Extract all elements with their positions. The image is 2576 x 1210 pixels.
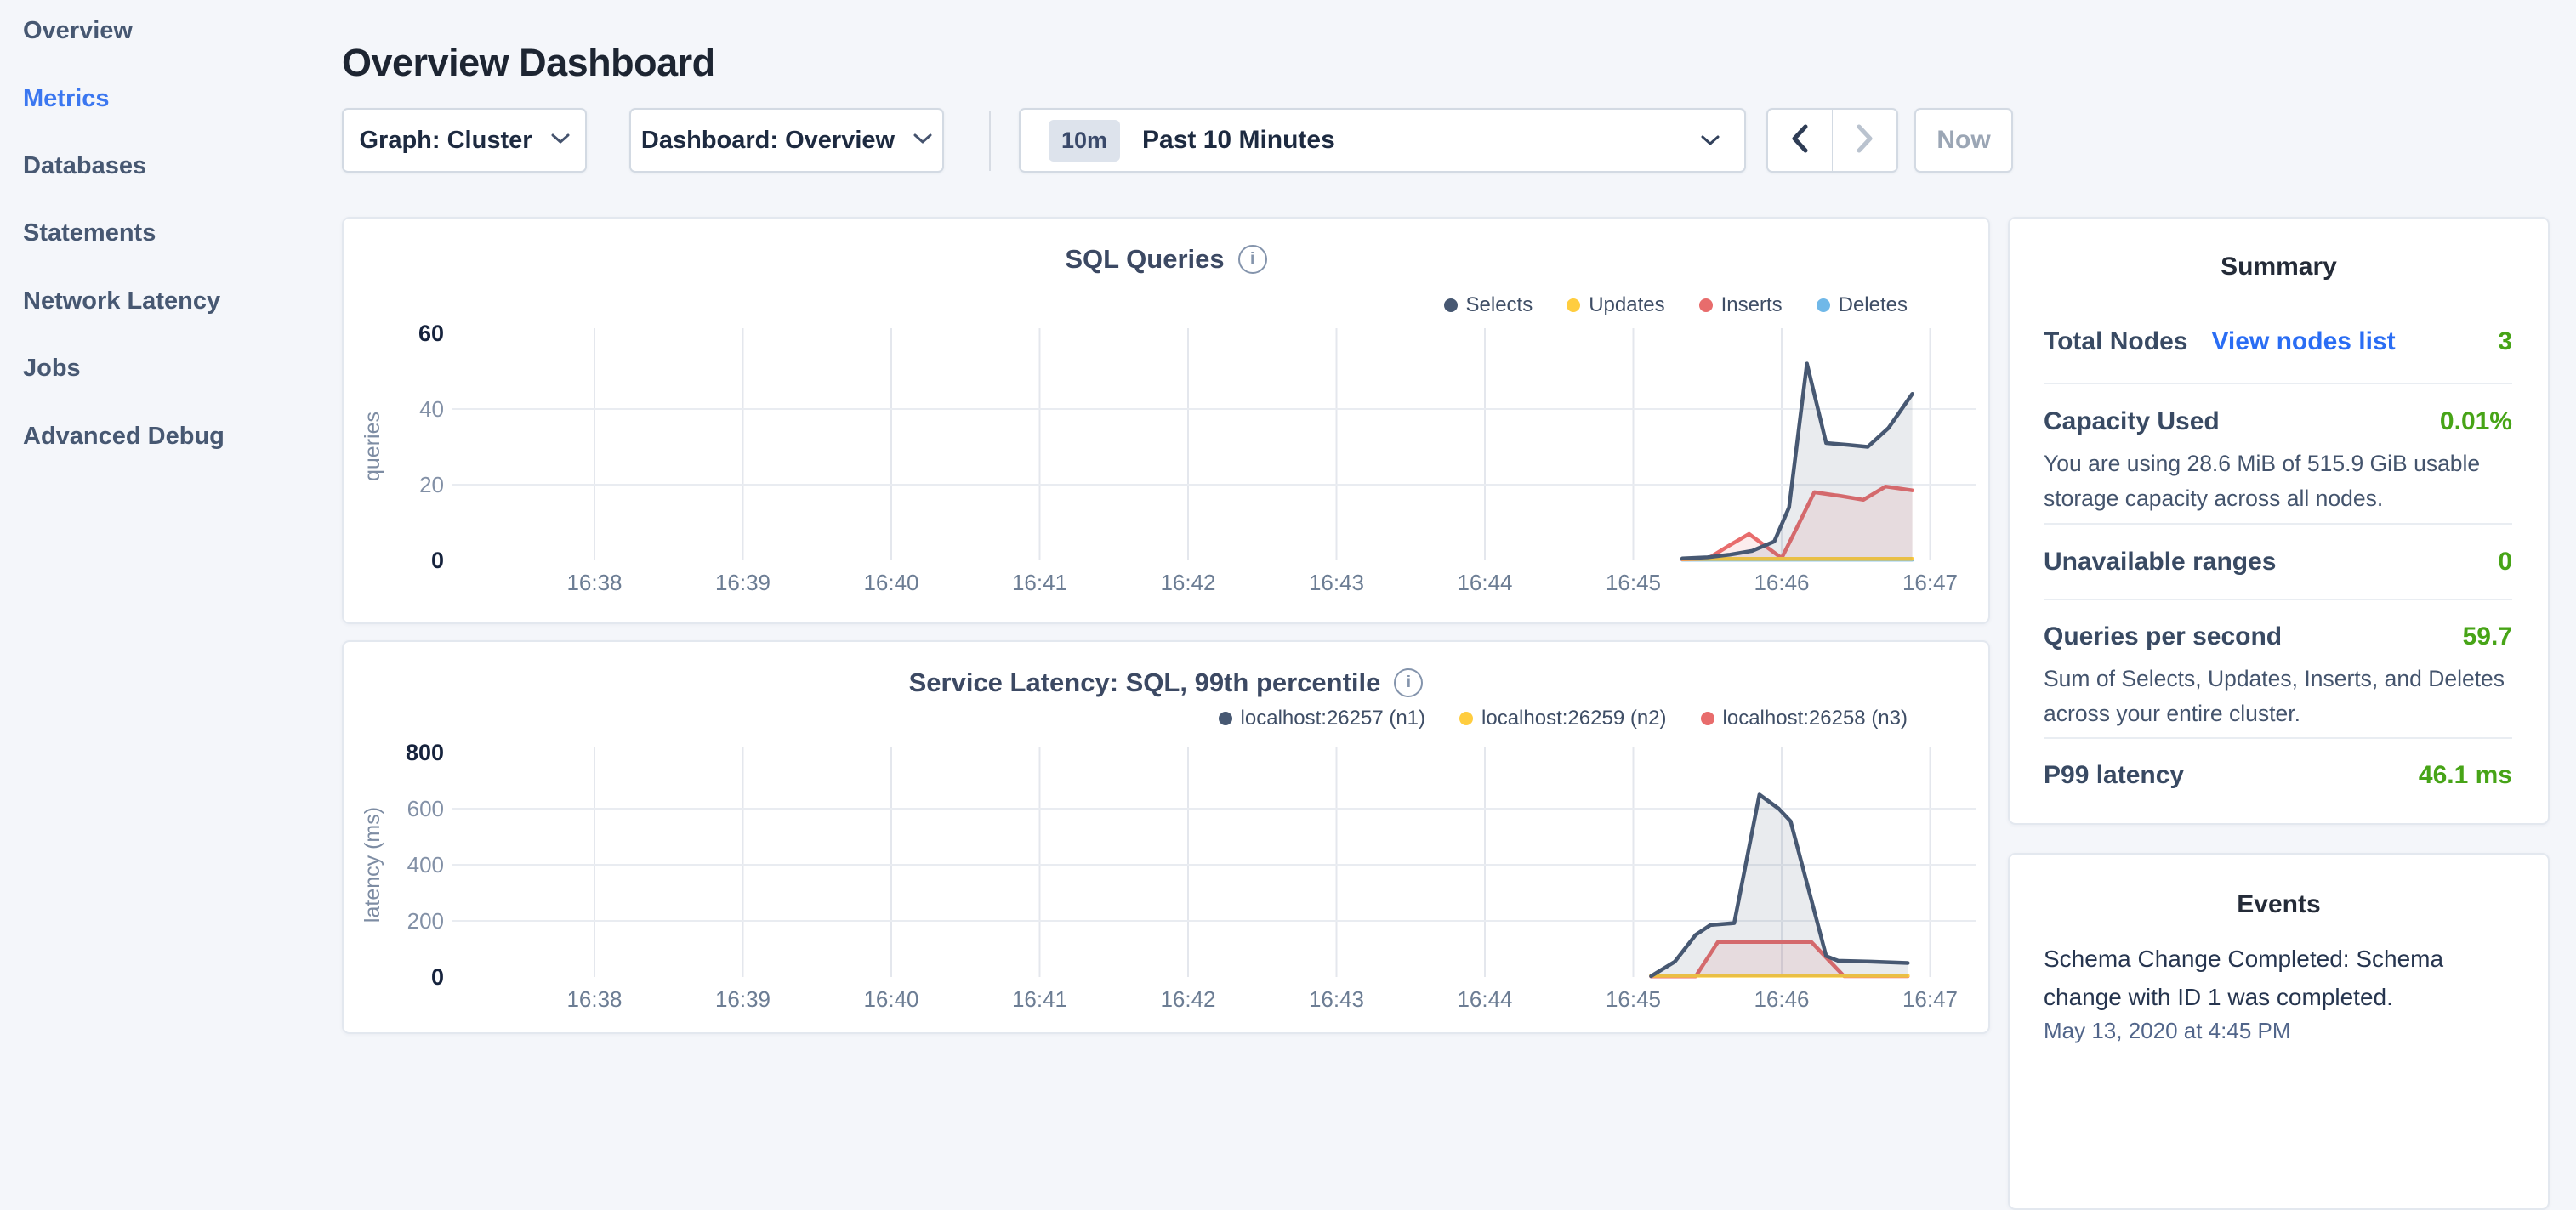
events-title: Events bbox=[2010, 890, 2548, 919]
svg-text:16:38: 16:38 bbox=[566, 986, 622, 1012]
svg-text:16:39: 16:39 bbox=[715, 986, 771, 1012]
time-forward-button[interactable] bbox=[1833, 110, 1896, 171]
svg-text:0: 0 bbox=[431, 548, 444, 573]
sql-queries-chart[interactable]: 16:38 16:39 16:40 16:41 16:42 16:43 16:44 16:45… bbox=[344, 219, 1992, 622]
total-nodes-value: 3 bbox=[2498, 327, 2512, 356]
qps-description: Sum of Selects, Updates, Inserts, and De… bbox=[2044, 662, 2512, 731]
svg-text:16:40: 16:40 bbox=[863, 986, 918, 1012]
sidebar-item-databases[interactable]: Databases bbox=[23, 152, 146, 180]
svg-text:latency (ms): latency (ms) bbox=[361, 807, 384, 923]
chevron-down-icon bbox=[913, 133, 932, 149]
time-range-label: Past 10 Minutes bbox=[1142, 126, 1335, 155]
qps-label: Queries per second bbox=[2044, 622, 2282, 651]
sidebar-item-overview[interactable]: Overview bbox=[23, 17, 133, 45]
service-latency-chart-card: Service Latency: SQL, 99th percentile i … bbox=[342, 640, 1990, 1034]
svg-text:800: 800 bbox=[406, 740, 444, 765]
dashboard-dropdown-label: Dashboard: Overview bbox=[641, 127, 895, 155]
controls-divider bbox=[989, 111, 991, 171]
svg-text:16:39: 16:39 bbox=[715, 570, 771, 595]
svg-text:16:46: 16:46 bbox=[1754, 570, 1809, 595]
p99-latency-row: P99 latency 46.1 ms bbox=[2044, 761, 2512, 790]
unavailable-ranges-label: Unavailable ranges bbox=[2044, 548, 2276, 577]
svg-text:40: 40 bbox=[419, 396, 444, 422]
chevron-down-icon bbox=[551, 133, 570, 149]
svg-text:16:43: 16:43 bbox=[1309, 570, 1364, 595]
summary-title: Summary bbox=[2010, 253, 2548, 281]
capacity-used-value: 0.01% bbox=[2440, 407, 2512, 436]
total-nodes-label: Total Nodes bbox=[2044, 327, 2187, 356]
qps-row: Queries per second 59.7 bbox=[2044, 622, 2512, 651]
now-button-label: Now bbox=[1936, 126, 1990, 155]
event-item-timestamp: May 13, 2020 at 4:45 PM bbox=[2044, 1018, 2514, 1044]
qps-value: 59.7 bbox=[2463, 622, 2512, 651]
time-back-button[interactable] bbox=[1768, 110, 1832, 171]
svg-text:16:47: 16:47 bbox=[1902, 570, 1958, 595]
svg-text:0: 0 bbox=[431, 964, 444, 990]
svg-text:200: 200 bbox=[407, 908, 444, 934]
summary-panel: Summary Total Nodes View nodes list 3 Ca… bbox=[2008, 217, 2550, 825]
capacity-row: Capacity Used 0.01% bbox=[2044, 407, 2512, 436]
time-step-buttons bbox=[1766, 108, 1898, 173]
time-range-badge: 10m bbox=[1049, 120, 1120, 162]
svg-text:16:42: 16:42 bbox=[1160, 986, 1215, 1012]
total-nodes-row: Total Nodes View nodes list 3 bbox=[2044, 327, 2512, 356]
svg-text:60: 60 bbox=[418, 321, 444, 346]
chevron-right-icon bbox=[1856, 124, 1874, 157]
svg-text:16:41: 16:41 bbox=[1012, 570, 1067, 595]
event-item-text[interactable]: Schema Change Completed: Schema change w… bbox=[2044, 940, 2514, 1016]
divider bbox=[2044, 383, 2512, 384]
time-range-dropdown[interactable]: 10m Past 10 Minutes bbox=[1019, 108, 1746, 173]
svg-text:16:44: 16:44 bbox=[1457, 986, 1512, 1012]
chevron-down-icon bbox=[1700, 133, 1720, 151]
events-panel: Events Schema Change Completed: Schema c… bbox=[2008, 853, 2550, 1210]
now-button[interactable]: Now bbox=[1914, 108, 2013, 173]
divider bbox=[2044, 599, 2512, 600]
svg-text:16:47: 16:47 bbox=[1902, 986, 1958, 1012]
graph-dropdown-label: Graph: Cluster bbox=[359, 127, 532, 155]
dashboard-dropdown[interactable]: Dashboard: Overview bbox=[629, 108, 944, 173]
capacity-used-label: Capacity Used bbox=[2044, 407, 2220, 436]
svg-text:16:43: 16:43 bbox=[1309, 986, 1364, 1012]
svg-text:600: 600 bbox=[407, 796, 444, 821]
sidebar-item-advanced-debug[interactable]: Advanced Debug bbox=[23, 423, 225, 451]
sidebar-item-jobs[interactable]: Jobs bbox=[23, 355, 81, 383]
view-nodes-list-link[interactable]: View nodes list bbox=[2211, 327, 2395, 356]
divider bbox=[2044, 523, 2512, 525]
unavailable-ranges-row: Unavailable ranges 0 bbox=[2044, 548, 2512, 577]
p99-latency-value: 46.1 ms bbox=[2419, 761, 2512, 790]
capacity-description: You are using 28.6 MiB of 515.9 GiB usab… bbox=[2044, 446, 2512, 516]
svg-text:16:46: 16:46 bbox=[1754, 986, 1809, 1012]
svg-text:16:41: 16:41 bbox=[1012, 986, 1067, 1012]
svg-text:16:45: 16:45 bbox=[1606, 986, 1661, 1012]
p99-latency-label: P99 latency bbox=[2044, 761, 2184, 790]
divider bbox=[2044, 737, 2512, 739]
svg-text:400: 400 bbox=[407, 852, 444, 878]
sidebar-item-statements[interactable]: Statements bbox=[23, 219, 156, 247]
graph-dropdown[interactable]: Graph: Cluster bbox=[342, 108, 587, 173]
svg-text:16:45: 16:45 bbox=[1606, 570, 1661, 595]
sidebar-item-metrics[interactable]: Metrics bbox=[23, 85, 110, 113]
svg-text:16:42: 16:42 bbox=[1160, 570, 1215, 595]
service-latency-chart[interactable]: 16:38 16:39 16:40 16:41 16:42 16:43 16:44 16:45… bbox=[344, 642, 1992, 1032]
unavailable-ranges-value: 0 bbox=[2498, 548, 2512, 577]
svg-text:16:38: 16:38 bbox=[566, 570, 622, 595]
svg-text:20: 20 bbox=[419, 472, 444, 497]
page-title: Overview Dashboard bbox=[342, 41, 715, 85]
svg-text:16:44: 16:44 bbox=[1457, 570, 1512, 595]
sql-queries-chart-card: SQL Queries i SelectsUpdatesInsertsDelet… bbox=[342, 217, 1990, 624]
sidebar-item-network-latency[interactable]: Network Latency bbox=[23, 287, 220, 315]
app-root: Overview Metrics Databases Statements Ne… bbox=[0, 0, 2576, 1051]
chevron-left-icon bbox=[1790, 124, 1809, 157]
svg-text:queries: queries bbox=[361, 412, 384, 481]
svg-text:16:40: 16:40 bbox=[863, 570, 918, 595]
